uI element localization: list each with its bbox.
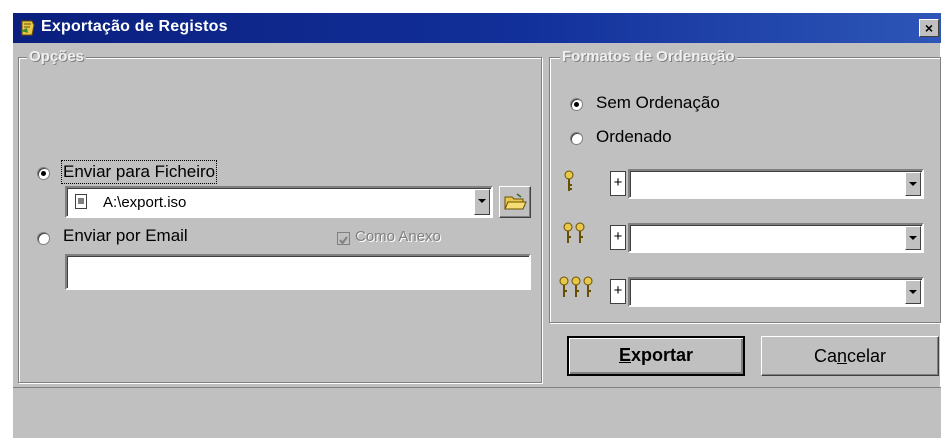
chevron-down-icon[interactable]: [474, 189, 490, 215]
browse-folder-button[interactable]: [499, 186, 531, 218]
send-to-file-radio[interactable]: [37, 167, 50, 180]
options-legend: Opções: [27, 48, 87, 65]
sort-field-combo-2[interactable]: [628, 223, 924, 253]
export-button-accel: E: [618, 345, 631, 365]
no-sort-label[interactable]: Sem Ordenação: [596, 93, 720, 113]
export-dialog: Exportação de Registos × Opções Enviar p…: [12, 12, 941, 438]
export-button[interactable]: Exportar: [567, 336, 745, 376]
send-to-file-label[interactable]: Enviar para Ficheiro: [60, 160, 218, 184]
options-group: Opções Enviar para Ficheiro A:\export.is…: [18, 48, 542, 383]
status-bar: [13, 387, 941, 438]
sorted-label[interactable]: Ordenado: [596, 127, 672, 147]
app-icon: [19, 19, 37, 37]
file-path-value: A:\export.iso: [103, 194, 187, 211]
file-path-combo[interactable]: A:\export.iso: [65, 186, 493, 218]
key-icon: [564, 170, 574, 191]
sort-field-combo-3[interactable]: [628, 277, 924, 307]
sorted-radio[interactable]: [570, 132, 583, 145]
title-bar: Exportação de Registos ×: [13, 13, 941, 43]
close-icon[interactable]: ×: [919, 19, 939, 37]
sort-add-plus-1[interactable]: +: [610, 171, 626, 196]
email-field[interactable]: [65, 254, 531, 290]
sort-formats-group: Formatos de Ordenação Sem Ordenação Orde…: [549, 48, 941, 323]
send-by-email-radio[interactable]: [37, 232, 50, 245]
no-sort-radio[interactable]: [570, 98, 583, 111]
cancel-button[interactable]: Cancelar: [761, 336, 939, 376]
cancel-button-accel: n: [836, 346, 847, 366]
window-title: Exportação de Registos: [41, 18, 228, 35]
chevron-down-icon[interactable]: [905, 172, 921, 196]
as-attachment-label: Como Anexo: [355, 228, 441, 245]
cancel-button-suffix: celar: [847, 346, 887, 366]
file-icon: [75, 194, 87, 209]
key-icon: [559, 276, 593, 297]
chevron-down-icon[interactable]: [905, 226, 921, 250]
sort-field-combo-1[interactable]: [628, 169, 924, 199]
open-folder-icon: [504, 193, 527, 210]
checkmark-icon: [339, 236, 348, 245]
sort-add-plus-3[interactable]: +: [610, 279, 626, 304]
chevron-down-icon[interactable]: [905, 280, 921, 304]
key-icon: [563, 222, 585, 243]
as-attachment-checkbox: [337, 232, 350, 245]
sort-formats-legend: Formatos de Ordenação: [560, 48, 737, 65]
export-button-suffix: xportar: [631, 345, 694, 365]
sort-add-plus-2[interactable]: +: [610, 225, 626, 250]
send-by-email-label[interactable]: Enviar por Email: [63, 226, 188, 246]
cancel-button-prefix: Ca: [813, 346, 837, 366]
